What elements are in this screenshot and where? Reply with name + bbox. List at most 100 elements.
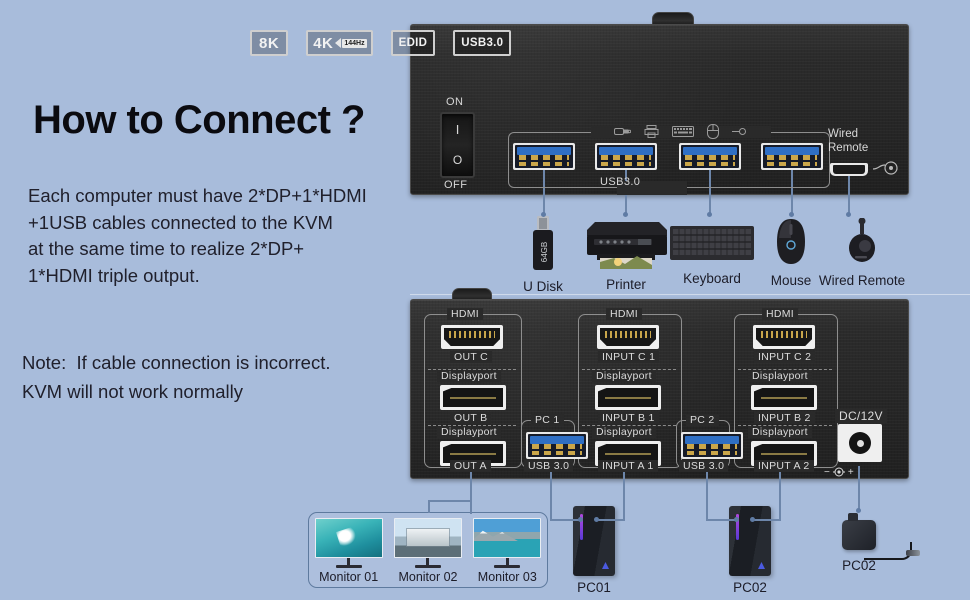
label-dp-out-a-type: Displayport — [437, 426, 501, 438]
dc-center-positive-icon — [832, 467, 845, 477]
power-adapter: PC02 — [822, 513, 920, 573]
label-dp-in-b2-type: Displayport — [748, 370, 812, 382]
dc-negative: − — [824, 466, 830, 478]
wired-remote-label-line2: Remote — [828, 142, 869, 154]
mouse-device-icon — [777, 219, 805, 264]
power-rocker-switch[interactable]: I O — [440, 112, 475, 178]
peripheral-keyboard-label: Keyboard — [683, 271, 741, 286]
monitor-group: Monitor 01 Monitor 02 Monitor 03 — [308, 512, 548, 588]
power-on-mark: I — [455, 122, 460, 137]
port-dc-power[interactable] — [838, 424, 882, 462]
label-dp-in-a1-type: Displayport — [592, 426, 656, 438]
cable-monitor-branch-h — [428, 500, 472, 502]
peripheral-u-disk-label: U Disk — [523, 279, 563, 294]
badge-4k-sublabel: 144Hz — [342, 38, 367, 48]
peripheral-wired-remote: Wired Remote — [812, 217, 912, 288]
cable-pc1-video — [623, 466, 625, 520]
label-input-b2: INPUT B 2 — [754, 412, 815, 424]
label-input-a1: INPUT A 1 — [598, 460, 658, 472]
pc02-label: PC02 — [733, 580, 767, 595]
badge-8k: 8K — [250, 30, 289, 56]
label-hdmi-in-c1: HDMI — [606, 308, 643, 320]
svg-text:64GB: 64GB — [540, 242, 549, 262]
usb-port-3[interactable] — [679, 143, 741, 170]
power-adapter-icon — [842, 513, 920, 560]
badge-usb3: USB3.0 — [453, 30, 512, 56]
power-switch-on-label: ON — [446, 96, 464, 108]
wired-remote-port-label: Wired Remote — [828, 127, 868, 155]
label-out-b: OUT B — [450, 412, 492, 424]
cable-pc2-usb-h — [706, 519, 736, 521]
monitor-01: Monitor 01 — [314, 518, 384, 584]
usb-port-2[interactable] — [595, 143, 657, 170]
usb-group-label: USB3.0 — [600, 176, 641, 188]
port-dp-input-b2[interactable] — [751, 385, 817, 410]
label-input-c2: INPUT C 2 — [754, 351, 816, 363]
cable-pc1-usb-h — [550, 519, 580, 521]
cable-pc1-video-h — [596, 519, 625, 521]
keyboard-icon — [672, 126, 694, 137]
peripheral-wired-remote-label: Wired Remote — [818, 273, 906, 288]
label-out-a: OUT A — [450, 460, 491, 472]
instruction-text: Each computer must have 2*DP+1*HDMI +1USB… — [28, 185, 367, 286]
label-pc2: PC 2 — [686, 414, 719, 426]
cable-pc1-usb — [550, 466, 552, 520]
cable-pc2-video — [779, 466, 781, 520]
wired-remote-device-icon — [849, 217, 875, 262]
port-dp-out-b[interactable] — [440, 385, 506, 410]
monitor-03-screen — [473, 518, 542, 558]
label-input-b1: INPUT B 1 — [598, 412, 659, 424]
cable-pc2-usb — [706, 466, 708, 520]
remote-connector-icon — [873, 161, 898, 175]
port-usb-pc1[interactable] — [526, 432, 588, 459]
monitor-01-label: Monitor 01 — [319, 569, 379, 584]
monitor-02-label: Monitor 02 — [398, 569, 458, 584]
badge-4k-label: 4K — [313, 34, 334, 52]
supported-device-icons — [614, 124, 746, 139]
remote-icon — [732, 128, 746, 135]
usb-stick-icon — [614, 128, 631, 135]
label-usb-pc2: USB 3.0 — [679, 460, 729, 472]
power-adapter-label: PC02 — [842, 558, 876, 573]
label-input-c1: INPUT C 1 — [598, 351, 660, 363]
usb-port-1[interactable] — [513, 143, 575, 170]
wired-remote-port[interactable] — [830, 163, 868, 176]
badge-4k: 4K 144Hz — [306, 30, 373, 56]
badge-edid: EDID — [390, 30, 436, 56]
section-divider — [410, 294, 970, 295]
label-input-a2: INPUT A 2 — [754, 460, 814, 472]
pc01-label: PC01 — [577, 580, 611, 595]
label-dp-in-b1-type: Displayport — [592, 370, 656, 382]
port-hdmi-input-c2[interactable] — [753, 325, 815, 349]
cable-remote — [848, 176, 850, 214]
peripheral-keyboard: Keyboard — [662, 226, 762, 286]
monitor-01-screen — [314, 518, 383, 558]
port-usb-pc2[interactable] — [681, 432, 743, 459]
monitor-03: Monitor 03 — [472, 518, 542, 584]
label-hdmi-out: HDMI — [447, 308, 484, 320]
label-dc-power: DC/12V — [835, 409, 887, 423]
cable-power-adapter — [858, 466, 860, 510]
port-dp-input-b1[interactable] — [595, 385, 661, 410]
monitor-03-label: Monitor 03 — [477, 569, 537, 584]
label-usb-pc1: USB 3.0 — [524, 460, 574, 472]
diagram-canvas: How to Connect ? Each computer must have… — [0, 0, 970, 600]
power-off-mark: O — [452, 153, 463, 167]
label-dp-out-b-type: Displayport — [437, 370, 501, 382]
port-hdmi-input-c1[interactable] — [597, 325, 659, 349]
keyboard-device-icon — [670, 226, 754, 260]
page-title: How to Connect ? — [33, 98, 365, 142]
dc-positive: + — [847, 466, 854, 478]
label-hdmi-in-c2: HDMI — [762, 308, 799, 320]
monitor-02-screen — [393, 518, 462, 558]
cable-pc2-video-h — [752, 519, 781, 521]
peripheral-u-disk: 64GB U Disk — [505, 216, 581, 294]
monitor-02: Monitor 02 — [393, 518, 463, 584]
feature-badges: 8K 4K 144Hz EDID USB3.0 — [250, 30, 512, 56]
usb-port-4[interactable] — [761, 143, 823, 170]
chevron-left-icon — [335, 38, 342, 48]
adapter-tip — [906, 550, 920, 556]
label-pc1: PC 1 — [531, 414, 564, 426]
wired-remote-label-line1: Wired — [828, 128, 859, 140]
port-hdmi-out-c[interactable] — [441, 325, 503, 349]
